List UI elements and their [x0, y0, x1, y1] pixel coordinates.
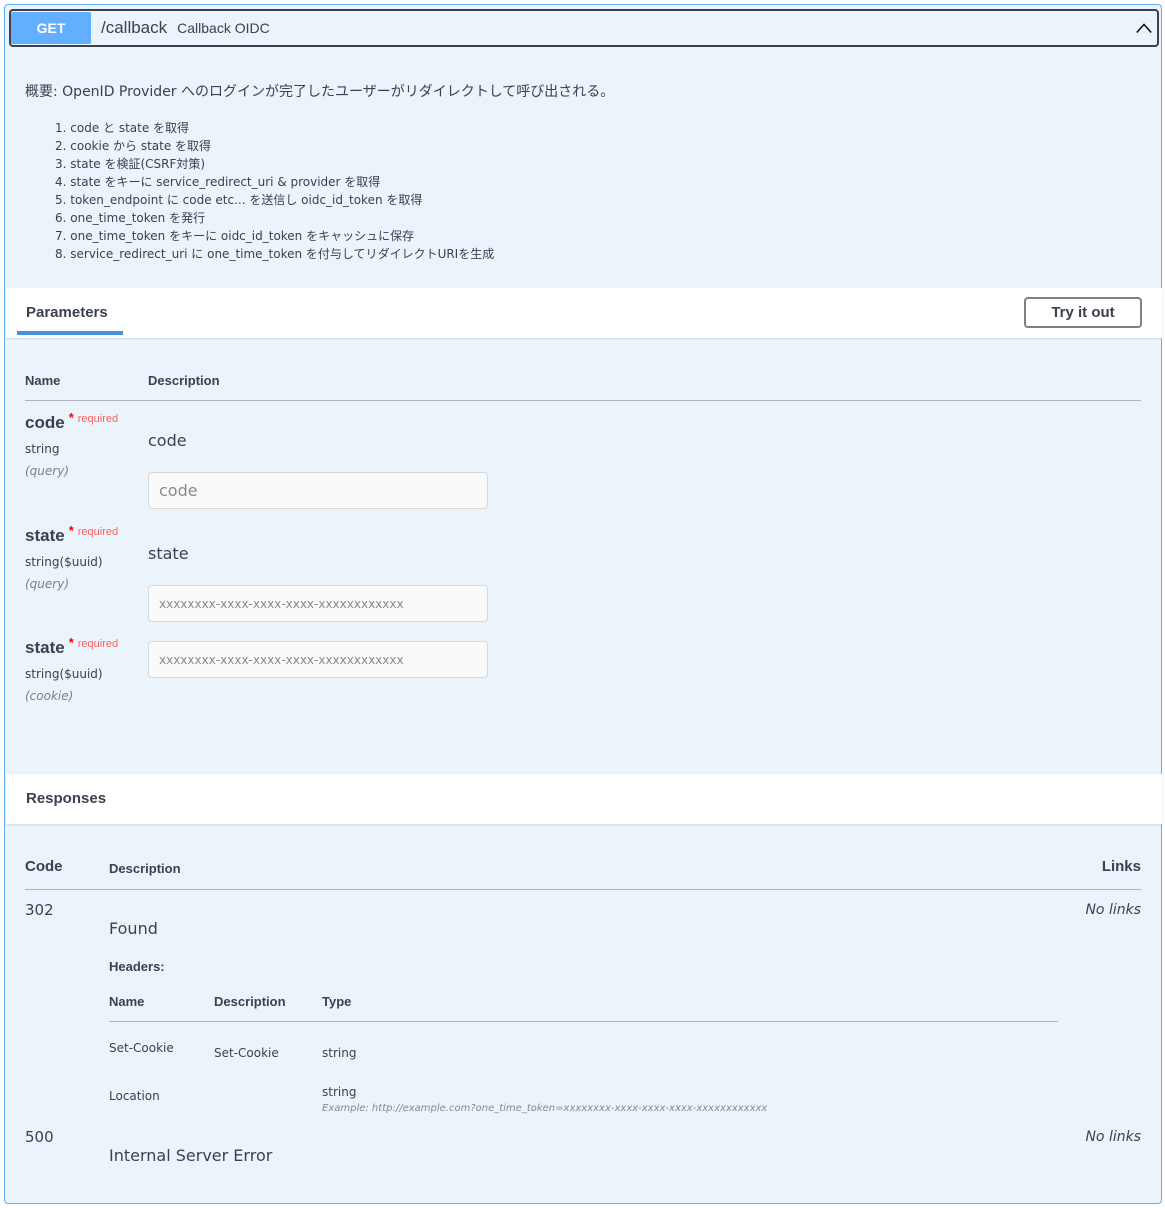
required-star: * [68, 635, 74, 650]
required-label: required [77, 526, 119, 538]
list-item: 1. code と state を取得 [55, 121, 190, 135]
operation-summary[interactable]: GET /callback Callback OIDC [9, 9, 1159, 47]
state-query-input[interactable] [148, 585, 488, 622]
tab-parameters[interactable]: Parameters [26, 304, 108, 321]
param-type: string [25, 442, 60, 456]
headers-column-type: Type [322, 994, 352, 1009]
param-name-state-cookie: state * required [25, 635, 119, 658]
operation-description: 概要: OpenID Provider へのログインが完了したユーザーがリダイレ… [25, 84, 615, 100]
tab-underline [17, 331, 123, 335]
param-type: string($uuid) [25, 667, 103, 681]
required-label: required [77, 413, 119, 425]
column-header-description: Description [109, 861, 181, 876]
param-description: code [148, 431, 187, 450]
required-label: required [77, 638, 119, 650]
response-links: No links [1085, 1129, 1141, 1145]
header-description: Set-Cookie [214, 1046, 279, 1060]
response-description: Internal Server Error [109, 1146, 273, 1165]
divider [25, 400, 1141, 401]
responses-header: Responses [6, 774, 1162, 824]
list-item: 4. state をキーに service_redirect_uri & pro… [55, 175, 381, 189]
param-description: state [148, 544, 189, 563]
list-item: 7. one_time_token をキーに oidc_id_token をキャ… [55, 229, 415, 243]
chevron-up-icon[interactable] [1135, 20, 1153, 36]
header-example: Example: http://example.com?one_time_tok… [322, 1103, 768, 1114]
param-name: state [25, 638, 65, 657]
header-name: Set-Cookie [109, 1041, 174, 1055]
list-item: 6. one_time_token を発行 [55, 211, 206, 225]
header-type: string [322, 1046, 357, 1060]
list-item: 3. state を検証(CSRF対策) [55, 157, 206, 171]
operation-block-get-callback: GET /callback Callback OIDC 概要: OpenID P… [4, 4, 1162, 1204]
operation-summary-text: Callback OIDC [177, 20, 270, 36]
param-location: (cookie) [25, 689, 74, 703]
param-name-code: code * required [25, 410, 119, 433]
param-type: string($uuid) [25, 555, 103, 569]
state-cookie-input[interactable] [148, 641, 488, 678]
param-location: (query) [25, 577, 70, 591]
headers-column-name: Name [109, 994, 145, 1009]
list-item: 2. cookie から state を取得 [55, 139, 212, 153]
header-name: Location [109, 1089, 160, 1103]
response-code: 302 [25, 901, 54, 919]
param-name: code [25, 413, 65, 432]
param-location: (query) [25, 464, 70, 478]
parameters-header: Parameters Try it out [6, 288, 1162, 338]
response-links: No links [1085, 902, 1141, 918]
try-it-out-button[interactable]: Try it out [1024, 297, 1142, 328]
divider [25, 889, 1141, 890]
response-code: 500 [25, 1128, 54, 1146]
divider [109, 1021, 1058, 1022]
column-header-description: Description [148, 373, 220, 388]
header-type: string [322, 1085, 357, 1099]
responses-title: Responses [26, 790, 107, 807]
column-header-name: Name [25, 373, 61, 388]
param-name: state [25, 526, 65, 545]
required-star: * [68, 410, 74, 425]
list-item: 8. service_redirect_uri に one_time_token… [55, 247, 495, 261]
operation-path: /callback [101, 18, 168, 37]
column-header-links: Links [1101, 858, 1141, 875]
code-input[interactable] [148, 472, 488, 509]
column-header-code: Code [25, 858, 63, 875]
list-item: 5. token_endpoint に code etc... を送信し oid… [55, 193, 423, 207]
param-name-state-query: state * required [25, 523, 119, 546]
headers-column-description: Description [214, 994, 286, 1009]
method-badge: GET [11, 12, 91, 44]
headers-label: Headers: [109, 959, 165, 974]
response-description: Found [109, 919, 158, 938]
description-steps: 1. code と state を取得 2. cookie から state を… [55, 119, 494, 263]
required-star: * [68, 523, 74, 538]
